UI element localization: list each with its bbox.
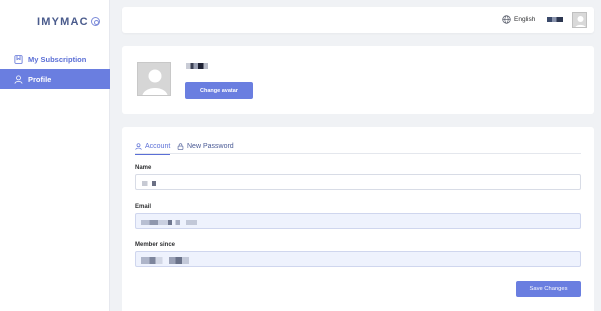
username-redacted[interactable] xyxy=(547,17,563,22)
language-selector[interactable]: English xyxy=(502,15,535,24)
language-label: English xyxy=(514,16,536,23)
profile-form-card: Account New Password Name Email Member s… xyxy=(122,127,594,311)
email-field[interactable] xyxy=(135,213,581,229)
lock-icon xyxy=(177,142,184,150)
member-since-field[interactable] xyxy=(135,251,581,267)
app-root: IMYMAC My Subscription Profile English C… xyxy=(0,0,601,311)
user-icon xyxy=(135,142,142,150)
profile-avatar xyxy=(137,62,171,96)
sidebar-item-label: My Subscription xyxy=(28,54,87,64)
subscription-icon xyxy=(14,54,23,64)
redacted-value xyxy=(141,257,189,264)
tab-account[interactable]: Account xyxy=(135,138,171,155)
settings-circle-icon[interactable] xyxy=(91,17,100,26)
user-icon xyxy=(14,74,23,84)
sidebar-item-label: Profile xyxy=(28,74,52,84)
top-header: English xyxy=(122,7,594,33)
member-since-label: Member since xyxy=(135,242,176,248)
email-label: Email xyxy=(135,204,152,210)
avatar[interactable] xyxy=(572,12,587,28)
redacted-value xyxy=(141,220,197,225)
brand-logo: IMYMAC xyxy=(37,16,89,28)
tab-label: Account xyxy=(145,142,171,150)
tab-bar: Account New Password xyxy=(135,138,581,155)
redacted-value xyxy=(142,181,156,186)
tab-new-password[interactable]: New Password xyxy=(177,138,234,154)
avatar-card: Change avatar xyxy=(122,46,594,114)
profile-name-redacted xyxy=(186,63,208,69)
tab-label: New Password xyxy=(187,142,234,150)
save-changes-button[interactable]: Save Changes xyxy=(516,281,581,297)
sidebar: IMYMAC My Subscription Profile xyxy=(0,0,110,311)
sidebar-item-profile[interactable]: Profile xyxy=(0,69,110,89)
name-label: Name xyxy=(135,165,152,171)
sidebar-item-my-subscription[interactable]: My Subscription xyxy=(0,49,110,69)
change-avatar-button[interactable]: Change avatar xyxy=(185,82,253,99)
globe-icon xyxy=(502,15,511,24)
name-field[interactable] xyxy=(135,174,581,190)
